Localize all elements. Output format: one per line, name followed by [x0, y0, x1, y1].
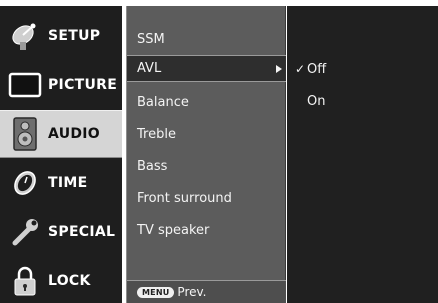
menu-item-label: Front surround: [137, 191, 232, 206]
tv-osd-audio-menu: SETUP PICTURE AUDIO TIME SPECIAL LOCK SS…: [0, 0, 438, 303]
category-picture[interactable]: PICTURE: [0, 62, 122, 108]
option-label: On: [307, 93, 326, 109]
category-special[interactable]: SPECIAL: [0, 209, 122, 255]
menu-item-label: Balance: [137, 95, 189, 110]
menu-item-label: AVL: [137, 61, 162, 76]
category-label: PICTURE: [48, 77, 118, 93]
menu-footer: MENU Prev.: [127, 280, 286, 303]
category-label: TIME: [48, 175, 88, 191]
category-label: SPECIAL: [48, 224, 116, 240]
menu-item-front-surround[interactable]: Front surround: [127, 185, 286, 212]
category-lock[interactable]: LOCK: [0, 258, 122, 303]
menu-item-label: Bass: [137, 159, 168, 174]
category-label: SETUP: [48, 28, 101, 44]
category-audio[interactable]: AUDIO: [0, 110, 122, 158]
wrench-icon: [8, 215, 42, 249]
category-sidebar: SETUP PICTURE AUDIO TIME SPECIAL LOCK: [0, 6, 122, 303]
category-label: LOCK: [48, 273, 91, 289]
category-setup[interactable]: SETUP: [0, 13, 122, 59]
audio-settings-menu: SSM AVL Balance Treble Bass Front surrou…: [126, 6, 286, 303]
option-off[interactable]: ✓ Off: [295, 58, 326, 80]
submenu-arrow-icon: [276, 64, 282, 73]
prev-hint: Prev.: [177, 285, 207, 299]
menu-item-bass[interactable]: Bass: [127, 153, 286, 180]
menu-item-label: TV speaker: [137, 223, 210, 238]
avl-options-panel: ✓ Off On: [287, 6, 438, 303]
clock-icon: [8, 166, 42, 200]
speaker-icon: [8, 117, 42, 151]
category-label: AUDIO: [48, 126, 101, 142]
menu-key-icon: MENU: [137, 286, 175, 298]
check-icon: ✓: [295, 62, 306, 76]
menu-item-label: SSM: [137, 32, 165, 47]
option-label: Off: [307, 61, 327, 77]
padlock-icon: [8, 264, 42, 298]
menu-item-avl[interactable]: AVL: [127, 55, 286, 82]
menu-item-ssm[interactable]: SSM: [127, 26, 286, 53]
menu-item-treble[interactable]: Treble: [127, 121, 286, 148]
option-on[interactable]: On: [307, 90, 325, 112]
satellite-dish-icon: [8, 19, 42, 53]
menu-item-balance[interactable]: Balance: [127, 89, 286, 116]
menu-item-label: Treble: [137, 127, 176, 142]
menu-item-tv-speaker[interactable]: TV speaker: [127, 217, 286, 244]
category-time[interactable]: TIME: [0, 160, 122, 206]
tv-screen-icon: [8, 68, 42, 102]
